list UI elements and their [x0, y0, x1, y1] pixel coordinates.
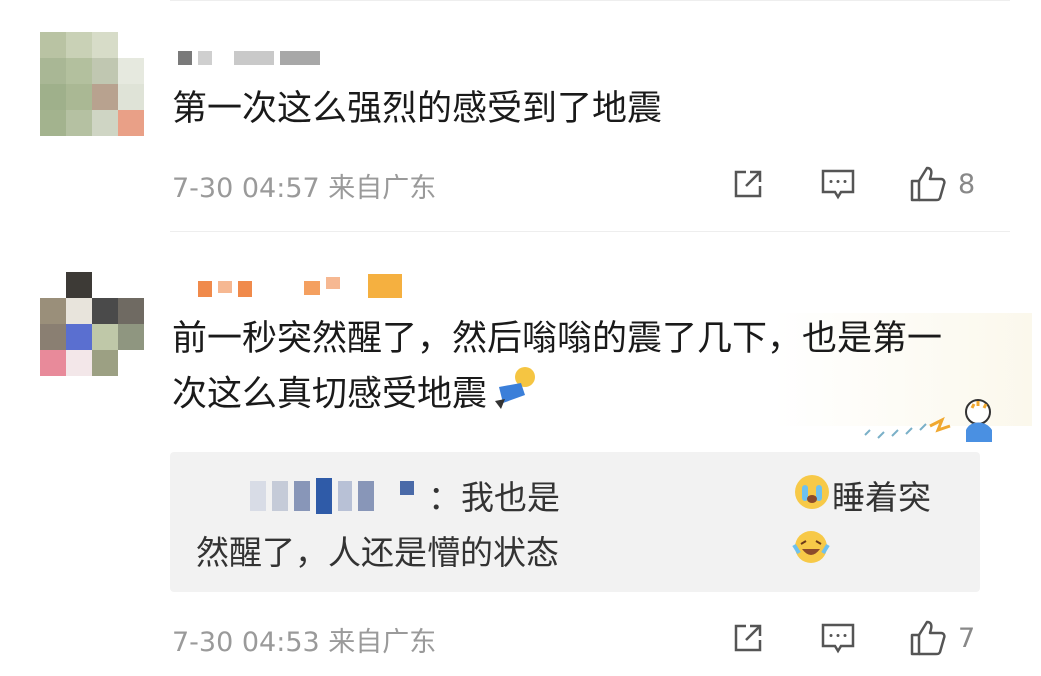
- comment-divider: [170, 231, 1010, 232]
- comment-time: 7-30 04:53: [172, 627, 320, 658]
- thumbs-up-icon[interactable]: [908, 164, 948, 204]
- comment-actions: 7: [728, 618, 975, 658]
- reply-text: ：我也是 睡着突然醒了，人还是懵的状态: [196, 472, 936, 582]
- top-divider: [170, 0, 1010, 1]
- comment-text-content: 前一秒突然醒了，然后嗡嗡的震了几下，也是第一次这么真切感受地震: [172, 319, 943, 415]
- dancing-sticker: [860, 390, 1000, 450]
- comment-meta: 7-30 04:53 来自广东: [172, 620, 436, 659]
- thumbs-up-icon[interactable]: [908, 618, 948, 658]
- comment-text: 第一次这么强烈的感受到了地震: [172, 89, 663, 129]
- avatar[interactable]: [40, 32, 144, 136]
- reply-box[interactable]: ：我也是 睡着突然醒了，人还是懵的状态: [170, 452, 980, 592]
- comment-meta: 7-30 04:57 来自广东: [172, 166, 436, 205]
- crying-face-emoji: [560, 472, 832, 527]
- comment-location: 来自广东: [328, 173, 437, 204]
- comment-icon[interactable]: [818, 164, 858, 204]
- like-count: 7: [958, 622, 976, 654]
- comment-icon[interactable]: [818, 618, 858, 658]
- comment-time: 7-30 04:57: [172, 173, 320, 204]
- username-blurred[interactable]: [198, 272, 402, 298]
- avatar[interactable]: [40, 272, 144, 376]
- share-icon[interactable]: [728, 618, 768, 658]
- reply-text-lead: ：我也是: [428, 478, 560, 517]
- username-blurred[interactable]: [178, 47, 320, 69]
- like-count: 8: [958, 168, 976, 200]
- share-icon[interactable]: [728, 164, 768, 204]
- comment-actions: 8: [728, 164, 975, 204]
- comment-location: 来自广东: [328, 627, 437, 658]
- spinning-doll-emoji: [487, 365, 539, 426]
- laughing-tears-emoji: [559, 527, 831, 582]
